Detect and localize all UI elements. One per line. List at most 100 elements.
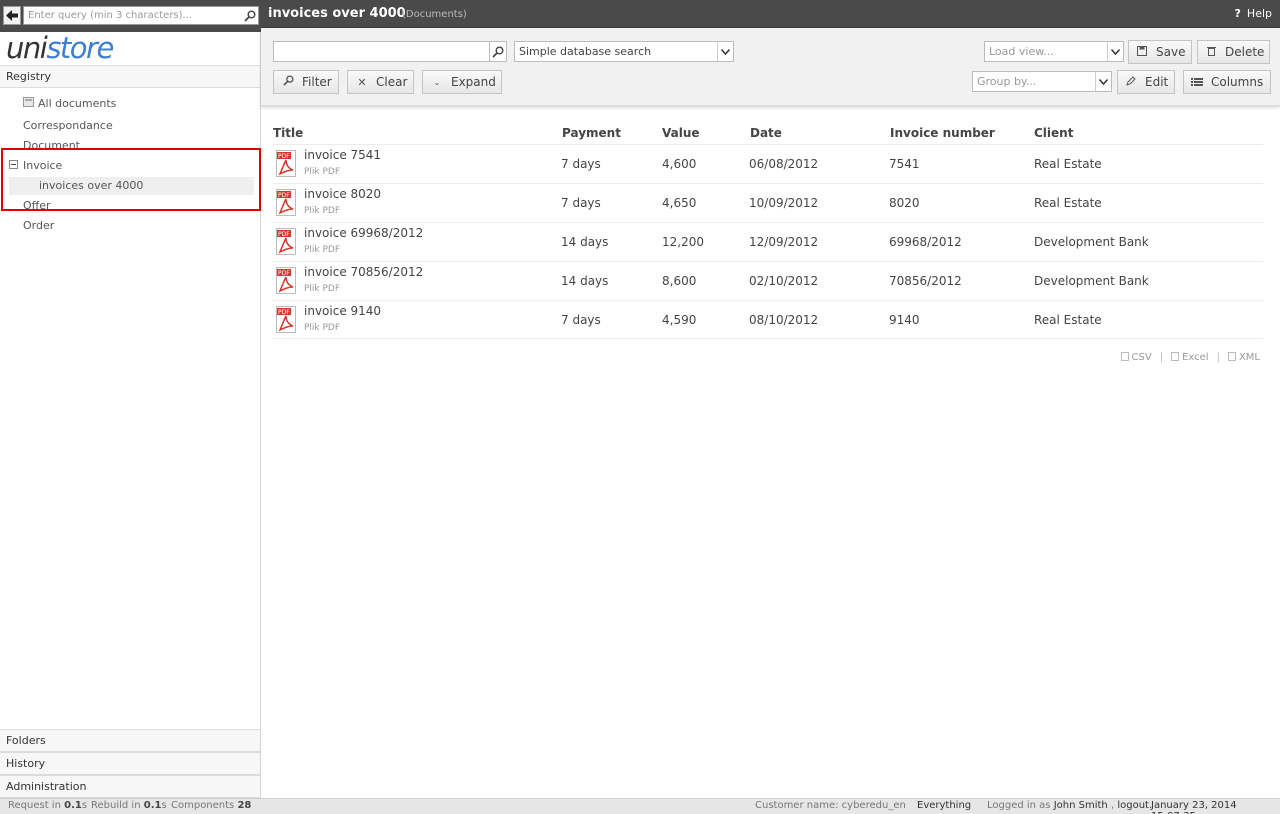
payment-cell: 14 days <box>561 235 609 249</box>
column-header-invoice-number[interactable]: Invoice number <box>890 126 995 140</box>
document-title[interactable]: invoice 69968/2012 <box>304 226 423 240</box>
tree-item-invoices-over-4000[interactable]: invoices over 4000 <box>39 177 143 195</box>
trash-icon <box>1203 46 1219 59</box>
columns-button[interactable]: Columns <box>1183 70 1271 94</box>
administration-header[interactable]: Administration <box>0 775 260 798</box>
title-bar: invoices over 4000 (Documents) ? Help <box>261 0 1280 28</box>
date-cell: 02/10/2012 <box>749 274 819 288</box>
document-search-input[interactable] <box>273 41 490 62</box>
collapse-icon[interactable] <box>9 157 18 175</box>
export-excel[interactable]: Excel <box>1171 352 1209 363</box>
csv-file-icon <box>1120 352 1129 361</box>
rebuild-time: Rebuild in 0.1s <box>91 800 167 811</box>
document-title[interactable]: invoice 9140 <box>304 304 381 318</box>
folder-icon <box>23 95 34 113</box>
svg-text:PDF: PDF <box>278 231 290 238</box>
table-row[interactable]: PDF invoice 8020 Plik PDF 7 days 4,650 1… <box>273 183 1263 222</box>
tree-item-invoice[interactable]: Invoice <box>9 157 62 175</box>
pdf-file-icon: PDF <box>276 150 296 177</box>
document-title[interactable]: invoice 8020 <box>304 187 381 201</box>
toolbar: Simple database search Filter ✕ Clear ⌄ Ex… <box>261 28 1280 106</box>
column-header-date[interactable]: Date <box>750 126 782 140</box>
search-icon <box>280 75 296 89</box>
document-title[interactable]: invoice 7541 <box>304 148 381 162</box>
pdf-file-icon: PDF <box>276 189 296 216</box>
expand-icon: ⌄ <box>433 77 441 87</box>
expand-button[interactable]: ⌄ Expand <box>422 70 502 94</box>
group-by-select[interactable]: Group by... <box>972 71 1112 92</box>
column-header-value[interactable]: Value <box>662 126 700 140</box>
columns-icon <box>1189 76 1205 89</box>
column-header-client[interactable]: Client <box>1034 126 1073 140</box>
excel-file-icon <box>1171 352 1180 361</box>
tree-item-order[interactable]: Order <box>23 217 54 235</box>
column-header-title[interactable]: Title <box>273 126 303 140</box>
invoice-number-cell: 69968/2012 <box>889 235 962 249</box>
svg-text:PDF: PDF <box>278 309 290 316</box>
document-type: Plik PDF <box>304 284 341 294</box>
customer-name: Customer name: cyberedu_en <box>755 800 906 811</box>
invoice-number-cell: 70856/2012 <box>889 274 962 288</box>
tree-item-correspondance[interactable]: Correspondance <box>23 117 113 135</box>
search-icon <box>492 46 504 58</box>
export-csv[interactable]: CSV <box>1120 352 1152 363</box>
query-input[interactable] <box>23 6 243 25</box>
save-button[interactable]: Save <box>1128 40 1192 64</box>
arrow-left-icon <box>6 10 18 21</box>
document-title[interactable]: invoice 70856/2012 <box>304 265 423 279</box>
back-button[interactable] <box>3 6 21 25</box>
logged-in-info: Logged in as John Smith , logout. <box>987 800 1153 811</box>
date-cell: 08/10/2012 <box>749 313 819 327</box>
components-count: Components 28 <box>171 800 252 811</box>
page-title: invoices over 4000 <box>268 6 406 21</box>
edit-button[interactable]: Edit <box>1117 70 1175 94</box>
document-search-button[interactable] <box>489 41 507 62</box>
payment-cell: 7 days <box>561 196 601 210</box>
request-time: Request in 0.1s <box>8 800 88 811</box>
export-xml[interactable]: XML <box>1227 352 1260 363</box>
table-row[interactable]: PDF invoice 70856/2012 Plik PDF 14 days … <box>273 261 1263 300</box>
svg-text:PDF: PDF <box>278 153 290 160</box>
column-header-payment[interactable]: Payment <box>562 126 621 140</box>
scope-selector[interactable]: Everything <box>917 800 971 811</box>
help-icon: ? <box>1234 7 1241 20</box>
load-view-select[interactable]: Load view... <box>984 41 1124 62</box>
logout-link[interactable]: logout. <box>1117 800 1152 811</box>
tree-item-offer[interactable]: Offer <box>23 197 51 215</box>
table-row[interactable]: PDF invoice 69968/2012 Plik PDF 14 days … <box>273 222 1263 261</box>
tree-item-all-documents[interactable]: All documents <box>23 95 116 113</box>
tree-item-document[interactable]: Document <box>23 137 80 155</box>
payment-cell: 7 days <box>561 313 601 327</box>
registry-header[interactable]: Registry <box>0 65 260 88</box>
date-cell: 10/09/2012 <box>749 196 819 210</box>
search-mode-select[interactable]: Simple database search <box>514 41 734 62</box>
help-link[interactable]: ? Help <box>1235 7 1272 20</box>
pencil-icon <box>1123 75 1139 89</box>
search-icon <box>244 10 256 22</box>
quick-search-bar <box>0 0 261 32</box>
payment-cell: 7 days <box>561 157 601 171</box>
filter-button[interactable]: Filter <box>273 70 339 94</box>
value-cell: 4,590 <box>662 313 697 327</box>
export-links: CSV | Excel | XML <box>1120 352 1260 363</box>
invoice-number-cell: 7541 <box>889 157 920 171</box>
table-row[interactable]: PDF invoice 7541 Plik PDF 7 days 4,600 0… <box>273 144 1263 183</box>
clear-button[interactable]: ✕ Clear <box>347 70 414 94</box>
value-cell: 8,600 <box>662 274 697 288</box>
svg-text:PDF: PDF <box>278 270 290 277</box>
user-name[interactable]: John Smith <box>1054 800 1108 811</box>
invoice-number-cell: 9140 <box>889 313 920 327</box>
chevron-down-icon <box>1107 42 1123 61</box>
query-search-button[interactable] <box>242 6 259 25</box>
delete-button[interactable]: Delete <box>1197 40 1270 64</box>
history-header[interactable]: History <box>0 752 260 775</box>
table-row[interactable]: PDF invoice 9140 Plik PDF 7 days 4,590 0… <box>273 300 1263 339</box>
page-subtitle: (Documents) <box>402 9 467 20</box>
client-cell: Development Bank <box>1034 235 1149 249</box>
folders-header[interactable]: Folders <box>0 729 260 752</box>
value-cell: 4,600 <box>662 157 697 171</box>
datetime: January 23, 2014 15:07:35 <box>1151 800 1237 814</box>
document-type: Plik PDF <box>304 245 341 255</box>
xml-file-icon <box>1227 352 1236 361</box>
status-bar: Request in 0.1s Rebuild in 0.1s Componen… <box>0 798 1280 814</box>
